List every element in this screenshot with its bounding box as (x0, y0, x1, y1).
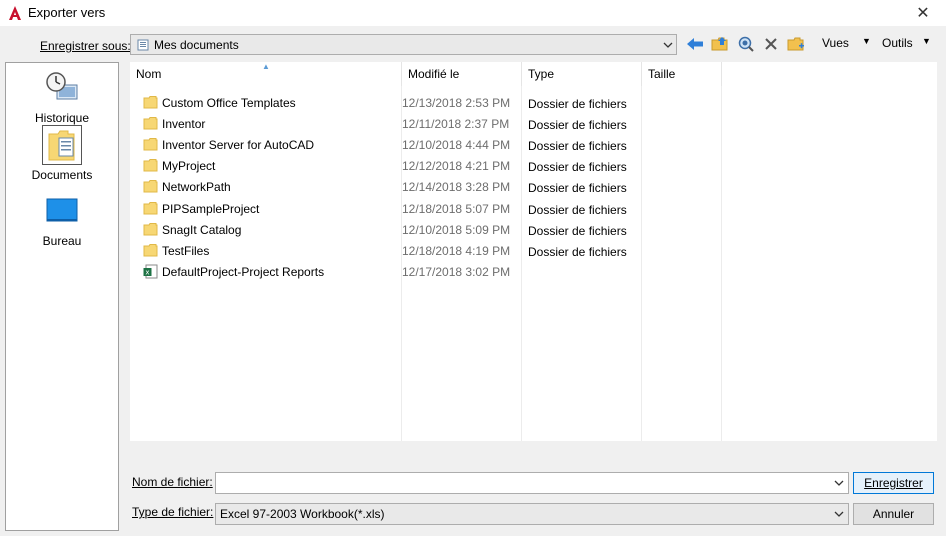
file-modified: 12/11/2018 2:37 PM (402, 117, 510, 131)
filename-input[interactable] (215, 472, 849, 494)
file-type: Dossier de fichiers (528, 181, 627, 195)
filetype-select[interactable]: Excel 97-2003 Workbook(*.xls) (215, 503, 849, 525)
chevron-down-icon[interactable] (830, 504, 848, 524)
file-row[interactable]: Inventor 12/11/2018 2:37 PM Dossier de fic… (130, 113, 937, 134)
file-name: PIPSampleProject (162, 202, 260, 216)
desktop-icon (42, 191, 82, 231)
column-header-name[interactable]: Nom (130, 62, 402, 86)
file-name: NetworkPath (162, 180, 231, 194)
file-name: TestFiles (162, 244, 210, 258)
file-modified: 12/13/2018 2:53 PM (402, 96, 511, 110)
file-type: Dossier de fichiers (528, 224, 627, 238)
save-button[interactable]: Enregistrer (853, 472, 934, 494)
file-name: MyProject (162, 159, 216, 173)
search-web-icon (738, 36, 754, 52)
file-modified: 12/10/2018 4:44 PM (402, 138, 511, 152)
close-button[interactable]: ✕ (900, 0, 946, 26)
file-name: Inventor (162, 117, 206, 131)
file-name: SnagIt Catalog (162, 223, 242, 237)
folder-icon (143, 244, 158, 257)
folder-icon (143, 223, 158, 236)
file-row[interactable]: NetworkPath 12/14/2018 3:28 PM Dossier de … (130, 176, 937, 197)
views-dropdown-icon[interactable]: ▼ (862, 36, 871, 46)
excel-file-icon: x (143, 264, 158, 279)
file-name: Custom Office Templates (162, 96, 296, 110)
file-modified: 12/14/2018 3:28 PM (402, 180, 511, 194)
file-modified: 12/12/2018 4:21 PM (402, 159, 511, 173)
history-icon (42, 68, 82, 108)
file-type: Dossier de fichiers (528, 245, 627, 259)
save-in-combo[interactable]: Mes documents (130, 34, 677, 55)
file-row[interactable]: Inventor Server for AutoCAD 12/10/2018 4:… (130, 134, 937, 155)
place-historique[interactable]: Historique (6, 68, 118, 125)
create-folder-button[interactable] (785, 34, 807, 54)
file-type: Dossier de fichiers (528, 97, 627, 111)
filetype-label-text: Type de fichier: (132, 505, 214, 519)
documents-small-icon (137, 39, 149, 50)
folder-icon (143, 159, 158, 172)
delete-button[interactable] (760, 34, 782, 54)
column-header-modified[interactable]: Modifié le (402, 62, 522, 86)
place-documents[interactable]: Documents (6, 125, 118, 182)
folder-icon (143, 138, 158, 151)
place-bureau[interactable]: Bureau (6, 191, 118, 248)
file-type: Dossier de fichiers (528, 139, 627, 153)
up-one-level-button[interactable] (709, 34, 731, 54)
filetype-label: Type de fichier: (132, 505, 213, 519)
file-list[interactable]: ▲ Nom Modifié le Type Taille Custom Offi… (130, 62, 937, 441)
column-header-size[interactable]: Taille (642, 62, 722, 86)
file-row[interactable]: SnagIt Catalog 12/10/2018 5:09 PM Dossier … (130, 219, 937, 240)
cancel-button[interactable]: Annuler (853, 503, 934, 525)
save-in-value: Mes documents (154, 37, 239, 52)
file-type: Dossier de fichiers (528, 160, 627, 174)
filename-label: Nom de fichier: (132, 475, 213, 489)
save-in-label-text: Enregistrer sous: (40, 39, 131, 53)
documents-icon (42, 125, 82, 165)
place-label: Historique (34, 111, 90, 125)
back-arrow-icon (687, 38, 703, 50)
file-row[interactable]: TestFiles 12/18/2018 4:19 PM Dossier de fi… (130, 240, 937, 261)
folder-icon (143, 117, 158, 130)
place-label: Bureau (42, 234, 82, 248)
svg-text:x: x (145, 269, 149, 277)
places-bar: Historique Documents Bureau (5, 62, 119, 531)
file-modified: 12/17/2018 3:02 PM (402, 265, 511, 279)
chevron-down-icon[interactable] (830, 473, 848, 493)
delete-icon (765, 38, 777, 50)
views-menu[interactable]: Vues (822, 36, 849, 50)
file-row[interactable]: MyProject 12/12/2018 4:21 PM Dossier de fi… (130, 155, 937, 176)
tools-dropdown-icon[interactable]: ▼ (922, 36, 931, 46)
file-name: Inventor Server for AutoCAD (162, 138, 315, 152)
file-modified: 12/18/2018 4:19 PM (402, 244, 511, 258)
up-folder-icon (711, 37, 728, 51)
save-button-label: Enregistrer (864, 476, 923, 490)
tools-menu[interactable]: Outils (882, 36, 913, 50)
title-bar: Exporter vers ✕ (0, 0, 946, 26)
filetype-value: Excel 97-2003 Workbook(*.xls) (220, 507, 385, 521)
new-folder-icon (787, 37, 804, 51)
chevron-down-icon[interactable] (659, 35, 676, 54)
folder-icon (143, 96, 158, 109)
autocad-app-icon (9, 6, 21, 20)
file-type: Dossier de fichiers (528, 203, 627, 217)
file-name: DefaultProject-Project Reports (162, 265, 325, 279)
file-row[interactable]: PIPSampleProject 12/18/2018 5:07 PM Dossie… (130, 198, 937, 219)
folder-icon (143, 180, 158, 193)
file-type: Dossier de fichiers (528, 118, 627, 132)
file-row[interactable]: x DefaultProject-Project Reports 12/17/201… (130, 261, 937, 282)
filename-label-text: Nom de fichier: (132, 475, 213, 489)
file-row[interactable]: Custom Office Templates 12/13/2018 2:53 P… (130, 92, 937, 113)
file-modified: 12/10/2018 5:09 PM (402, 223, 511, 237)
folder-icon (143, 202, 158, 215)
search-web-button[interactable] (735, 34, 757, 54)
window-title: Exporter vers (28, 5, 106, 20)
back-button[interactable] (684, 34, 706, 54)
file-modified: 12/18/2018 5:07 PM (402, 202, 511, 216)
column-header-type[interactable]: Type (522, 62, 642, 86)
place-label: Documents (31, 168, 93, 182)
save-in-label: Enregistrer sous: (40, 39, 131, 53)
